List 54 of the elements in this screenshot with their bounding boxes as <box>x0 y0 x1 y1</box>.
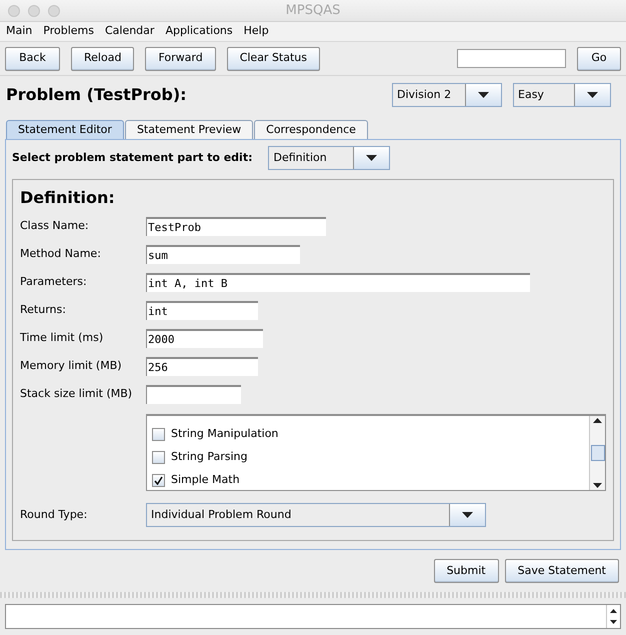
tab[interactable]: Statement Editor <box>6 120 124 139</box>
scroll-down-icon[interactable] <box>593 483 602 488</box>
caret-icon <box>587 92 598 98</box>
go-button[interactable]: Go <box>577 46 621 70</box>
section-heading: Definition: <box>20 187 116 209</box>
field-label: Memory limit (MB) <box>20 358 123 374</box>
round-type-dropdown[interactable]: Individual Problem Round <box>146 503 486 527</box>
field-label: Time limit (ms) <box>20 330 104 346</box>
tab[interactable]: Statement Preview <box>124 120 254 139</box>
caret-icon <box>478 92 489 98</box>
menu-item[interactable]: Applications <box>165 23 233 40</box>
category-label: Simple Math <box>171 472 240 488</box>
field-label: Method Name: <box>20 246 102 262</box>
toolbar-button[interactable]: Forward <box>145 46 216 70</box>
toolbar-button[interactable]: Clear Status <box>226 46 320 70</box>
scrollbar[interactable] <box>589 416 605 490</box>
address-field[interactable] <box>457 49 566 68</box>
part-label: Select problem statement part to edit: <box>12 150 252 166</box>
scroll-up-icon[interactable] <box>593 418 602 423</box>
menu-item[interactable]: Calendar <box>104 23 154 40</box>
field-label: Round Type: <box>20 506 88 523</box>
part-dropdown[interactable]: Definition <box>268 146 390 170</box>
category-label: String Parsing <box>171 449 248 466</box>
division-dropdown[interactable]: Division 2 <box>392 83 502 107</box>
field-label: Parameters: <box>20 274 88 290</box>
action-button[interactable]: Submit <box>434 559 499 583</box>
difficulty-dropdown[interactable]: Easy <box>513 83 611 107</box>
field-label: Stack size limit (MB) <box>20 386 134 402</box>
action-button[interactable]: Save Statement <box>504 559 619 583</box>
page-title: Problem (TestProb): <box>6 84 187 106</box>
field-label: Class Name: <box>20 218 90 234</box>
checkbox[interactable] <box>152 474 165 487</box>
text-field[interactable] <box>146 384 241 404</box>
field-label: Returns: <box>20 302 67 318</box>
scroll-thumb[interactable] <box>590 445 604 461</box>
checkbox[interactable] <box>152 451 165 464</box>
menu-item[interactable]: Problems <box>43 23 94 40</box>
toolbar-button[interactable]: Reload <box>71 46 134 70</box>
window-title: MPSQAS <box>286 2 340 20</box>
caret-icon <box>462 512 473 518</box>
category-label: String Manipulation <box>171 426 278 442</box>
caret-icon <box>366 155 378 161</box>
menu-item[interactable]: Main <box>6 23 32 40</box>
text-field[interactable]: TestProb <box>146 216 326 236</box>
tab[interactable]: Correspondence <box>254 120 368 139</box>
text-field[interactable]: int A, int B <box>146 272 530 292</box>
checkmark-icon <box>154 476 163 485</box>
checkbox[interactable] <box>152 428 165 441</box>
text-field[interactable]: 256 <box>146 356 258 376</box>
menu-item[interactable]: Help <box>244 23 269 40</box>
text-field[interactable]: 2000 <box>146 328 263 348</box>
toolbar-button[interactable]: Back <box>5 46 60 70</box>
text-field[interactable]: int <box>146 300 258 320</box>
text-field[interactable]: sum <box>146 244 300 264</box>
